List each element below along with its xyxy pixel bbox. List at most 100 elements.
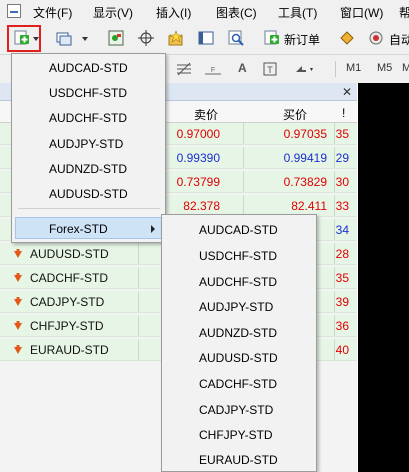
crosshair-button[interactable] xyxy=(134,27,158,49)
text-tool-button[interactable]: A xyxy=(238,61,247,75)
submenu-arrow-icon xyxy=(151,225,155,233)
arrow-down-icon xyxy=(14,345,22,354)
cell-divider xyxy=(138,339,139,360)
spread-cell: 33 xyxy=(335,199,349,213)
submenu-item-symbol[interactable]: CADJPY-STD xyxy=(199,403,273,417)
new-order-icon-button[interactable] xyxy=(260,27,284,49)
ask-cell: 0.73829 xyxy=(283,175,327,189)
bid-cell: 0.97000 xyxy=(176,127,220,141)
menu-view[interactable]: 显示(V) xyxy=(93,4,133,21)
submenu-item-symbol[interactable]: USDCHF-STD xyxy=(199,249,277,263)
submenu-item-symbol[interactable]: AUDCAD-STD xyxy=(199,223,278,237)
arrow-down-icon xyxy=(14,249,22,258)
symbol-cell: CADJPY-STD xyxy=(30,295,105,309)
menu-item-symbol[interactable]: AUDUSD-STD xyxy=(49,187,128,201)
column-header-spread[interactable]: ! xyxy=(342,106,345,120)
cell-divider xyxy=(138,315,139,336)
data-window-icon xyxy=(198,31,214,45)
bid-cell: 0.73799 xyxy=(176,175,220,189)
menu-help[interactable]: 帮助 xyxy=(399,4,409,21)
cell-divider xyxy=(243,147,244,168)
bid-cell: 0.99390 xyxy=(176,151,220,165)
menu-window[interactable]: 窗口(W) xyxy=(340,4,383,21)
profiles-icon xyxy=(56,32,72,46)
submenu-item-symbol[interactable]: AUDUSD-STD xyxy=(199,351,278,365)
auto-trading-button[interactable]: 自动 xyxy=(389,31,409,48)
market-watch-button[interactable] xyxy=(104,27,128,49)
submenu-item-symbol[interactable]: AUDCHF-STD xyxy=(199,275,277,289)
chart-area[interactable] xyxy=(357,83,409,472)
menu-insert[interactable]: 插入(I) xyxy=(156,4,191,21)
market-watch-icon xyxy=(108,30,124,46)
diamond-icon xyxy=(340,31,354,45)
app-icon xyxy=(7,4,21,18)
symbol-cell: EURAUD-STD xyxy=(30,343,109,357)
highlight-box xyxy=(7,25,41,52)
arrow-down-icon xyxy=(14,273,22,282)
crosshair-icon xyxy=(138,30,154,46)
text-box-icon[interactable]: T xyxy=(263,62,277,79)
column-header-ask[interactable]: 买价 xyxy=(283,106,307,123)
menu-tools[interactable]: 工具(T) xyxy=(278,4,317,21)
standard-toolbar: 新订单 自动 xyxy=(0,22,409,55)
spread-cell: 29 xyxy=(335,151,349,165)
fibonacci-icon[interactable] xyxy=(177,62,195,79)
svg-text:F: F xyxy=(211,67,215,74)
submenu-item-symbol[interactable]: AUDJPY-STD xyxy=(199,300,273,314)
arrow-down-icon xyxy=(14,321,22,330)
submenu-item-symbol[interactable]: CHFJPY-STD xyxy=(199,428,273,442)
column-header-bid[interactable]: 卖价 xyxy=(194,106,218,123)
data-window-button[interactable] xyxy=(194,27,218,49)
spread-cell: 34 xyxy=(335,223,349,237)
spread-cell: 35 xyxy=(335,127,349,141)
menu-separator xyxy=(18,208,160,209)
arrow-down-icon xyxy=(14,297,22,306)
new-order-icon xyxy=(264,30,279,45)
menu-item-forex-label[interactable]: Forex-STD xyxy=(49,222,108,236)
strategy-tester-button[interactable] xyxy=(224,27,248,49)
auto-trading-icon xyxy=(369,31,383,45)
profiles-button[interactable] xyxy=(52,27,76,49)
chart-border xyxy=(357,83,358,472)
close-icon[interactable]: ✕ xyxy=(342,85,352,99)
spread-cell: 28 xyxy=(335,247,349,261)
chevron-down-icon[interactable] xyxy=(82,37,88,41)
magnifier-chart-icon xyxy=(228,30,244,46)
submenu-item-symbol[interactable]: AUDNZD-STD xyxy=(199,326,277,340)
symbol-cell: AUDUSD-STD xyxy=(30,247,109,261)
timeframe-m15[interactable]: M xyxy=(402,62,409,74)
text-label-icon[interactable]: F xyxy=(205,62,221,79)
cell-divider xyxy=(138,291,139,312)
menu-file[interactable]: 文件(F) xyxy=(33,4,72,21)
toolbar-separator xyxy=(335,61,336,77)
cell-divider xyxy=(243,171,244,192)
new-order-button[interactable]: 新订单 xyxy=(284,31,320,48)
favorites-button[interactable] xyxy=(164,27,188,49)
auto-trading-icon-button[interactable] xyxy=(364,27,388,49)
cell-divider xyxy=(138,243,139,264)
submenu-item-symbol[interactable]: EURAUD-STD xyxy=(199,453,278,467)
menu-item-symbol[interactable]: AUDNZD-STD xyxy=(49,162,127,176)
metaeditor-button[interactable] xyxy=(335,27,359,49)
menu-item-symbol[interactable]: AUDCAD-STD xyxy=(49,61,128,75)
spread-cell: 36 xyxy=(335,319,349,333)
spread-cell: 35 xyxy=(335,271,349,285)
submenu-item-symbol[interactable]: CADCHF-STD xyxy=(199,377,277,391)
ask-cell: 82.411 xyxy=(291,199,327,213)
menu-item-symbol[interactable]: AUDCHF-STD xyxy=(49,111,127,125)
menu-item-symbol[interactable]: AUDJPY-STD xyxy=(49,137,123,151)
spread-cell: 40 xyxy=(335,343,349,357)
svg-text:T: T xyxy=(267,65,273,75)
timeframe-m1[interactable]: M1 xyxy=(346,62,361,74)
symbol-cell: CHFJPY-STD xyxy=(30,319,104,333)
forex-submenu: AUDCAD-STD USDCHF-STD AUDCHF-STD AUDJPY-… xyxy=(161,214,317,472)
bid-cell: 82.378 xyxy=(183,199,220,213)
arrows-icon[interactable] xyxy=(294,62,316,79)
spread-cell: 39 xyxy=(335,295,349,309)
ask-cell: 0.99419 xyxy=(283,151,327,165)
menu-charts[interactable]: 图表(C) xyxy=(216,4,257,21)
timeframe-m5[interactable]: M5 xyxy=(377,62,392,74)
menu-bar: 文件(F) 显示(V) 插入(I) 图表(C) 工具(T) 窗口(W) 帮助 xyxy=(0,0,409,22)
new-chart-dropdown: AUDCAD-STD USDCHF-STD AUDCHF-STD AUDJPY-… xyxy=(11,53,166,243)
menu-item-symbol[interactable]: USDCHF-STD xyxy=(49,86,127,100)
